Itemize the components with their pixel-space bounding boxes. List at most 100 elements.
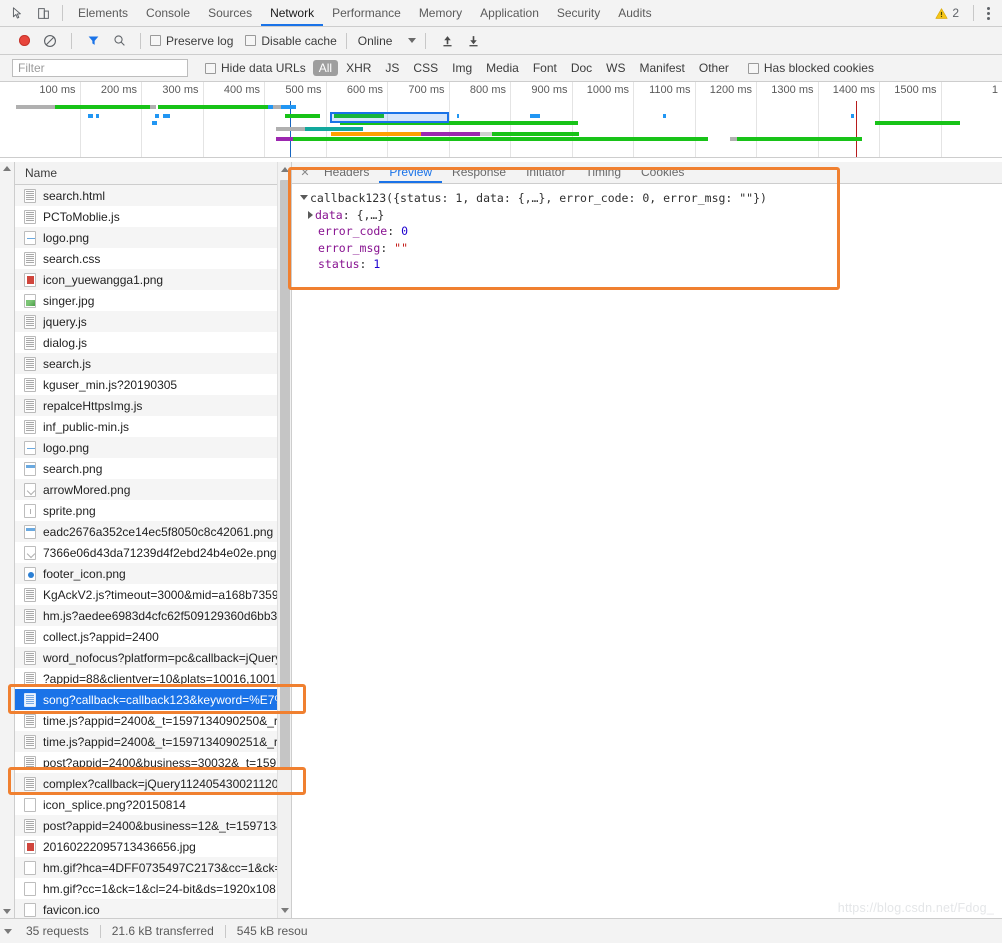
- preview-property-row[interactable]: status: 1: [300, 256, 1002, 273]
- request-row[interactable]: collect.js?appid=2400: [15, 626, 291, 647]
- throttling-select[interactable]: Online: [356, 34, 393, 48]
- request-row[interactable]: word_nofocus?platform=pc&callback=jQuery: [15, 647, 291, 668]
- requests-list-scrollbar[interactable]: [277, 162, 291, 918]
- scrollbar-up-arrow-icon[interactable]: [281, 167, 289, 172]
- request-row[interactable]: jquery.js: [15, 311, 291, 332]
- request-row[interactable]: 7366e06d43da71239d4f2ebd24b4e02e.png: [15, 542, 291, 563]
- request-row[interactable]: hm.js?aedee6983d4cfc62f509129360d6bb3d: [15, 605, 291, 626]
- request-row[interactable]: favicon.ico: [15, 899, 291, 918]
- requests-column-header[interactable]: Name: [15, 162, 291, 185]
- filter-type-media[interactable]: Media: [480, 60, 525, 76]
- request-row[interactable]: complex?callback=jQuery1124054300211205: [15, 773, 291, 794]
- request-row[interactable]: icon_splice.png?20150814: [15, 794, 291, 815]
- request-row[interactable]: KgAckV2.js?timeout=3000&mid=a168b7359d: [15, 584, 291, 605]
- filter-type-doc[interactable]: Doc: [565, 60, 598, 76]
- request-row[interactable]: logo.png: [15, 437, 291, 458]
- tab-performance[interactable]: Performance: [323, 0, 410, 26]
- more-options-icon[interactable]: [980, 6, 996, 20]
- request-row[interactable]: hm.gif?cc=1&ck=1&cl=24-bit&ds=1920x108: [15, 878, 291, 899]
- request-row[interactable]: arrowMored.png: [15, 479, 291, 500]
- filter-type-img[interactable]: Img: [446, 60, 478, 76]
- network-overview-timeline[interactable]: 100 ms 200 ms 300 ms 400 ms 500 ms 600 ms 700 …: [0, 82, 1002, 158]
- filter-type-ws[interactable]: WS: [600, 60, 631, 76]
- preview-root-row[interactable]: callback123({status: 1, data: {,…}, erro…: [300, 190, 1002, 207]
- filter-type-manifest[interactable]: Manifest: [634, 60, 691, 76]
- scrollbar-thumb[interactable]: [280, 180, 290, 770]
- preview-property-row[interactable]: error_msg: "": [300, 240, 1002, 257]
- filter-type-js[interactable]: JS: [379, 60, 405, 76]
- clear-button[interactable]: [38, 29, 62, 53]
- requests-list[interactable]: search.html PCToMoblie.js logo.png search.c…: [15, 185, 291, 918]
- request-row[interactable]: search.html: [15, 185, 291, 206]
- tab-audits[interactable]: Audits: [609, 0, 660, 26]
- filter-type-css[interactable]: CSS: [407, 60, 444, 76]
- request-row[interactable]: time.js?appid=2400&_t=1597134090250&_r=: [15, 710, 291, 731]
- timeline-request-bar: [150, 105, 156, 109]
- request-row[interactable]: post?appid=2400&business=30032&_t=1597: [15, 752, 291, 773]
- request-row[interactable]: footer_icon.png: [15, 563, 291, 584]
- request-row[interactable]: PCToMoblie.js: [15, 206, 291, 227]
- scroll-down-arrow-icon[interactable]: [3, 909, 11, 914]
- timeline-request-bar: [457, 114, 459, 118]
- filter-input[interactable]: [12, 59, 188, 77]
- detail-tab-initiator[interactable]: Initiator: [516, 162, 575, 183]
- request-row[interactable]: search.js: [15, 353, 291, 374]
- scroll-up-arrow-icon[interactable]: [3, 166, 11, 171]
- preserve-log-checkbox[interactable]: Preserve log: [150, 34, 233, 48]
- scrollbar-down-arrow-icon[interactable]: [281, 908, 289, 913]
- request-row[interactable]: sprite.png: [15, 500, 291, 521]
- request-row[interactable]: dialog.js: [15, 332, 291, 353]
- request-row[interactable]: post?appid=2400&business=12&_t=1597134: [15, 815, 291, 836]
- request-row[interactable]: search.png: [15, 458, 291, 479]
- preview-property-row[interactable]: error_code: 0: [300, 223, 1002, 240]
- detail-tab-headers[interactable]: Headers: [314, 162, 379, 183]
- image-icon: [24, 440, 36, 455]
- preview-property-row[interactable]: data: {,…}: [300, 207, 1002, 224]
- import-har-icon[interactable]: [435, 29, 459, 53]
- request-row-selected[interactable]: song?callback=callback123&keyword=%E7%: [15, 689, 291, 710]
- detail-tab-timing[interactable]: Timing: [575, 162, 631, 183]
- timeline-selection-box[interactable]: [330, 112, 449, 123]
- filter-type-xhr[interactable]: XHR: [340, 60, 377, 76]
- tab-network[interactable]: Network: [261, 0, 323, 26]
- request-row[interactable]: 20160222095713436656.jpg: [15, 836, 291, 857]
- request-row[interactable]: icon_yuewangga1.png: [15, 269, 291, 290]
- request-row[interactable]: kguser_min.js?20190305: [15, 374, 291, 395]
- disable-cache-checkbox[interactable]: Disable cache: [245, 34, 337, 48]
- warning-indicator[interactable]: 2: [935, 6, 959, 20]
- triangle-down-icon[interactable]: [300, 195, 308, 200]
- inspect-element-icon[interactable]: [4, 1, 30, 25]
- detail-tab-response[interactable]: Response: [442, 162, 516, 183]
- request-row[interactable]: eadc2676a352ce14ec5f8050c8c42061.png: [15, 521, 291, 542]
- tab-elements[interactable]: Elements: [69, 0, 137, 26]
- filter-type-other[interactable]: Other: [693, 60, 735, 76]
- tab-application[interactable]: Application: [471, 0, 548, 26]
- export-har-icon[interactable]: [461, 29, 485, 53]
- request-row[interactable]: search.css: [15, 248, 291, 269]
- detail-tab-cookies[interactable]: Cookies: [631, 162, 694, 183]
- collapse-arrow-icon[interactable]: [3, 928, 12, 934]
- tab-console[interactable]: Console: [137, 0, 199, 26]
- triangle-right-icon[interactable]: [308, 210, 313, 219]
- request-row[interactable]: inf_public-min.js: [15, 416, 291, 437]
- request-row[interactable]: time.js?appid=2400&_t=1597134090251&_r=: [15, 731, 291, 752]
- record-button[interactable]: [12, 29, 36, 53]
- filter-icon[interactable]: [81, 29, 105, 53]
- has-blocked-cookies-checkbox[interactable]: Has blocked cookies: [747, 61, 874, 75]
- request-row[interactable]: repalceHttpsImg.js: [15, 395, 291, 416]
- request-row[interactable]: singer.jpg: [15, 290, 291, 311]
- tab-sources[interactable]: Sources: [199, 0, 261, 26]
- filter-type-font[interactable]: Font: [527, 60, 563, 76]
- detail-tab-preview[interactable]: Preview: [379, 162, 442, 183]
- hide-data-urls-checkbox[interactable]: Hide data URLs: [205, 61, 306, 75]
- tab-security[interactable]: Security: [548, 0, 609, 26]
- chevron-down-icon[interactable]: [408, 38, 417, 43]
- request-row[interactable]: hm.gif?hca=4DFF0735497C2173&cc=1&ck=1: [15, 857, 291, 878]
- tab-memory[interactable]: Memory: [410, 0, 471, 26]
- request-row[interactable]: logo.png: [15, 227, 291, 248]
- search-icon[interactable]: [107, 29, 131, 53]
- device-toolbar-icon[interactable]: [30, 1, 56, 25]
- filter-type-all[interactable]: All: [312, 60, 339, 76]
- close-icon[interactable]: ✕: [296, 163, 314, 183]
- request-row[interactable]: ?appid=88&clientver=10&plats=10016,1001,: [15, 668, 291, 689]
